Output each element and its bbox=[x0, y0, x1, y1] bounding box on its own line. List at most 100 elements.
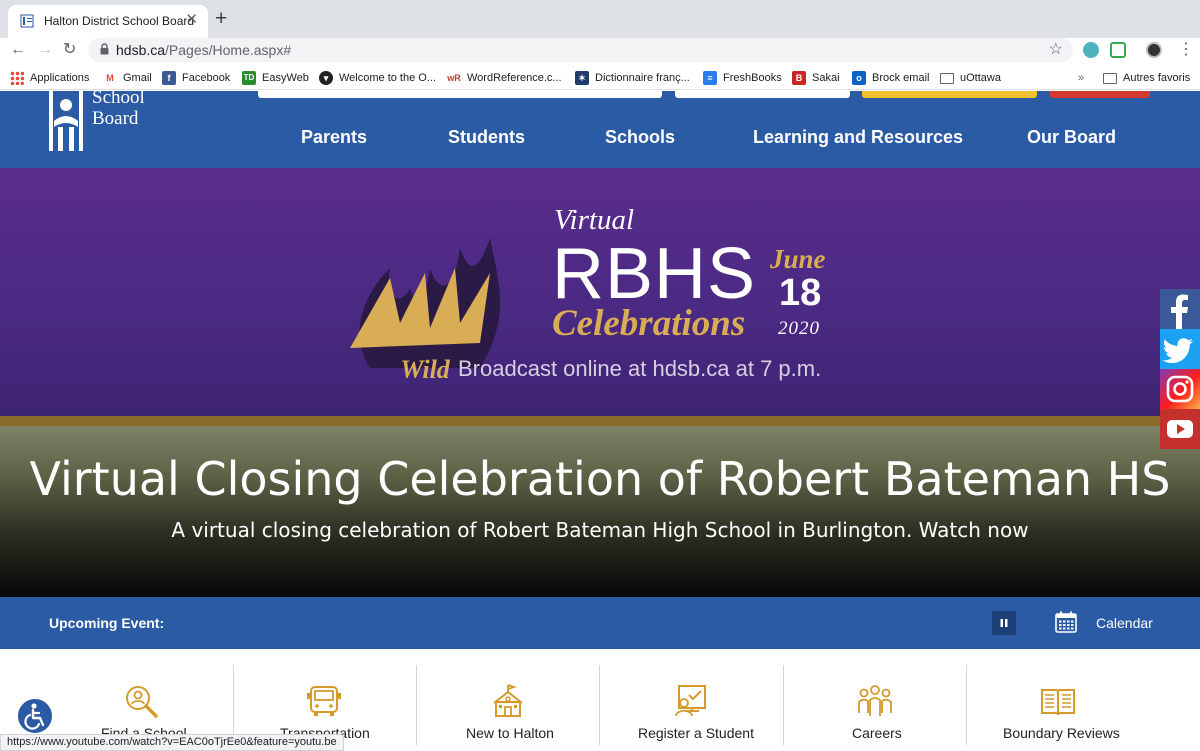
bookmark-label: Gmail bbox=[123, 72, 152, 84]
nav-parents[interactable]: Parents bbox=[301, 127, 367, 148]
quick-link-transportation[interactable]: Transportation bbox=[234, 665, 416, 745]
back-arrow-icon[interactable]: ← bbox=[10, 40, 26, 60]
shield-logo-icon: ▾ bbox=[319, 71, 333, 85]
extension-check-icon[interactable] bbox=[1110, 42, 1126, 58]
bookmark-sakai[interactable]: B Sakai bbox=[792, 70, 840, 86]
magnifier-user-icon bbox=[126, 686, 158, 718]
hero-subtitle[interactable]: A virtual closing celebration of Robert … bbox=[0, 518, 1200, 542]
url-text: hdsb.ca/Pages/Home.aspx# bbox=[116, 42, 291, 58]
open-book-icon bbox=[1041, 689, 1075, 716]
bookmark-freshbooks[interactable]: ≡ FreshBooks bbox=[703, 70, 782, 86]
header-select-edge[interactable] bbox=[675, 91, 850, 98]
new-tab-button[interactable]: + bbox=[215, 8, 227, 30]
browser-toolbar: ← → ↻ hdsb.ca/Pages/Home.aspx# ☆ ⋮ bbox=[0, 38, 1200, 64]
bookmark-label: Sakai bbox=[812, 72, 840, 84]
school-building-icon bbox=[493, 684, 523, 717]
header-red-button-edge[interactable] bbox=[1050, 91, 1150, 98]
bookmark-facebook[interactable]: f Facebook bbox=[162, 70, 230, 86]
hero-title[interactable]: Virtual Closing Celebration of Robert Ba… bbox=[0, 452, 1200, 506]
bookmark-label: uOttawa bbox=[960, 72, 1001, 84]
instagram-icon bbox=[1166, 375, 1194, 403]
quick-link-label: Boundary Reviews bbox=[1003, 725, 1120, 741]
facebook-icon: f bbox=[162, 71, 176, 85]
outlook-icon: o bbox=[852, 71, 866, 85]
bookmark-label: WordReference.c... bbox=[467, 72, 562, 84]
calendar-icon[interactable] bbox=[1055, 611, 1077, 633]
youtube-social-button[interactable] bbox=[1160, 409, 1200, 449]
bookmarks-bar: Applications M Gmail f Facebook TD EasyW… bbox=[0, 66, 1200, 90]
lock-icon bbox=[100, 43, 109, 55]
bookmark-other-favorites[interactable]: Autres favoris bbox=[1103, 70, 1190, 86]
bookmark-label: EasyWeb bbox=[262, 72, 309, 84]
header-yellow-button-edge[interactable] bbox=[862, 91, 1037, 98]
bookmark-welcome[interactable]: ▾ Welcome to the O... bbox=[319, 70, 436, 86]
banner-day-text: 18 bbox=[779, 272, 822, 314]
hdsb-logo-icon[interactable] bbox=[48, 91, 84, 153]
logo-wordmark[interactable]: School Board bbox=[92, 87, 145, 129]
register-student-icon bbox=[675, 685, 706, 717]
apps-grid-icon bbox=[10, 71, 24, 85]
url-host: hdsb.ca bbox=[116, 42, 166, 58]
close-tab-icon[interactable]: ✕ bbox=[185, 12, 198, 28]
nav-schools[interactable]: Schools bbox=[605, 127, 675, 148]
bookmark-star-icon[interactable]: ☆ bbox=[1049, 39, 1063, 59]
bookmarks-overflow-button[interactable]: » bbox=[1078, 70, 1084, 86]
wheelchair-icon bbox=[24, 703, 45, 730]
upcoming-event-bar: Upcoming Event: Calendar bbox=[0, 597, 1200, 649]
bookmark-label: Applications bbox=[30, 72, 90, 84]
td-bank-icon: TD bbox=[242, 71, 256, 85]
nav-our-board[interactable]: Our Board bbox=[1027, 127, 1116, 148]
folder-icon bbox=[1103, 72, 1117, 84]
address-bar[interactable]: hdsb.ca/Pages/Home.aspx# ☆ bbox=[88, 38, 1073, 62]
pause-icon bbox=[1000, 619, 1008, 627]
bookmark-applications[interactable]: Applications bbox=[10, 70, 89, 86]
dictionary-star-icon: ✶ bbox=[575, 71, 589, 85]
browser-menu-icon[interactable]: ⋮ bbox=[1178, 40, 1194, 60]
reload-icon[interactable]: ↻ bbox=[63, 40, 76, 60]
instagram-social-button[interactable] bbox=[1160, 369, 1200, 409]
sakai-b-icon: B bbox=[792, 71, 806, 85]
gmail-icon: M bbox=[103, 71, 117, 85]
bookmark-label: Autres favoris bbox=[1123, 72, 1191, 84]
forward-arrow-icon[interactable]: → bbox=[37, 40, 53, 60]
pause-ticker-button[interactable] bbox=[992, 611, 1016, 635]
url-path: /Pages/Home.aspx# bbox=[165, 42, 292, 58]
profile-avatar[interactable] bbox=[1146, 42, 1162, 58]
bookmark-gmail[interactable]: M Gmail bbox=[103, 70, 152, 86]
twitter-icon bbox=[1162, 338, 1193, 364]
quick-link-boundary-reviews[interactable]: Boundary Reviews bbox=[967, 665, 1150, 745]
accessibility-button[interactable] bbox=[16, 697, 54, 735]
bookmark-wordreference[interactable]: wR WordReference.c... bbox=[447, 70, 562, 86]
status-bar-url: https://www.youtube.com/watch?v=EAC0oTjr… bbox=[0, 734, 344, 751]
quick-link-find-a-school[interactable]: Find a School bbox=[50, 665, 233, 745]
facebook-social-button[interactable] bbox=[1160, 289, 1200, 329]
banner-year-text: 2020 bbox=[778, 318, 820, 339]
banner-month-text: June bbox=[770, 244, 826, 274]
facebook-icon bbox=[1171, 294, 1188, 329]
bookmark-dictionnaire[interactable]: ✶ Dictionnaire franç... bbox=[575, 70, 690, 86]
nav-students[interactable]: Students bbox=[448, 127, 525, 148]
bookmark-label: Brock email bbox=[872, 72, 930, 84]
browser-tab-bar: Halton District School Board ✕ + bbox=[0, 0, 1200, 38]
quick-link-register-a-student[interactable]: Register a Student bbox=[600, 665, 783, 745]
bookmark-label: Welcome to the O... bbox=[339, 72, 437, 84]
bookmark-label: Facebook bbox=[182, 72, 231, 84]
upcoming-event-label: Upcoming Event: bbox=[49, 615, 165, 631]
tab-title: Halton District School Board bbox=[44, 14, 195, 28]
wild-text: Wild bbox=[400, 355, 451, 378]
calendar-link[interactable]: Calendar bbox=[1096, 615, 1153, 631]
twitter-social-button[interactable] bbox=[1160, 329, 1200, 369]
quick-link-new-to-halton[interactable]: New to Halton bbox=[417, 665, 599, 745]
extension-m-icon[interactable] bbox=[1083, 42, 1099, 58]
hero-carousel[interactable]: Wild Virtual RBHS Celebrations June 18 2… bbox=[0, 168, 1200, 597]
bookmark-easyweb[interactable]: TD EasyWeb bbox=[242, 70, 309, 86]
logo-line2: Board bbox=[92, 108, 139, 129]
banner-broadcast-text: Broadcast online at hdsb.ca at 7 p.m. bbox=[458, 356, 822, 381]
search-box-edge[interactable] bbox=[258, 91, 662, 98]
nav-learning-and-resources[interactable]: Learning and Resources bbox=[753, 127, 963, 148]
browser-tab[interactable]: Halton District School Board ✕ bbox=[8, 5, 208, 38]
bookmark-uottawa[interactable]: uOttawa bbox=[940, 70, 1001, 86]
bookmark-brock-email[interactable]: o Brock email bbox=[852, 70, 929, 86]
quick-link-careers[interactable]: Careers bbox=[784, 665, 966, 745]
quick-link-label: New to Halton bbox=[466, 725, 554, 741]
